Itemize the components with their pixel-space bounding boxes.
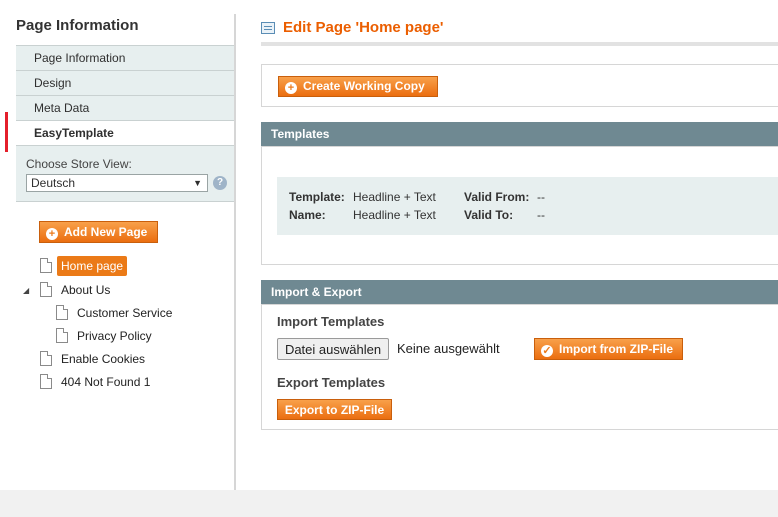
valid-to-value: --	[537, 208, 545, 222]
tab-easytemplate[interactable]: EasyTemplate	[16, 120, 236, 145]
page: Page Information Page Information Design…	[0, 0, 778, 517]
import-zip-button[interactable]: ✓ Import from ZIP-File	[534, 338, 683, 360]
tree-label[interactable]: Customer Service	[77, 303, 172, 323]
import-export-section-header: Import & Export	[261, 280, 778, 304]
plus-icon: +	[285, 82, 297, 94]
sidebar-divider	[234, 14, 236, 490]
tree-node-privacy-policy[interactable]: Privacy Policy	[16, 326, 216, 346]
export-zip-button[interactable]: Export to ZIP-File	[277, 399, 392, 420]
tree-label[interactable]: 404 Not Found 1	[61, 372, 150, 392]
import-export-box: Import Templates Datei auswählen Keine a…	[261, 304, 778, 430]
sidebar-tabs: Page Information Design Meta Data EasyTe…	[16, 45, 236, 145]
plus-icon: +	[46, 227, 58, 240]
valid-from-value: --	[537, 190, 545, 204]
name-label: Name:	[289, 208, 326, 222]
store-view-box: Choose Store View: Deutsch ▼ ?	[16, 145, 236, 202]
store-view-select[interactable]: Deutsch ▼	[26, 174, 208, 192]
page-icon	[40, 351, 52, 366]
page-icon	[56, 305, 68, 320]
page-title: Edit Page 'Home page'	[283, 19, 444, 36]
page-icon	[40, 374, 52, 389]
store-view-label: Choose Store View:	[26, 157, 132, 171]
active-tab-marker	[5, 112, 8, 152]
create-working-copy-button[interactable]: + Create Working Copy	[278, 76, 438, 97]
choose-file-button[interactable]: Datei auswählen	[277, 338, 389, 360]
check-icon: ✓	[541, 344, 553, 357]
tree-node-about-us[interactable]: ◢ About Us	[16, 280, 216, 300]
export-templates-heading: Export Templates	[277, 375, 386, 390]
valid-from-label: Valid From:	[464, 190, 530, 204]
tree-node-customer-service[interactable]: Customer Service	[16, 303, 216, 323]
tree-node-home-page[interactable]: Home page	[16, 256, 216, 276]
footer-bar	[0, 490, 778, 517]
tree-label[interactable]: About Us	[61, 280, 110, 300]
tree-label[interactable]: Privacy Policy	[77, 326, 152, 346]
store-view-selected: Deutsch	[31, 176, 76, 190]
expand-toggle-icon[interactable]: ◢	[23, 281, 29, 301]
templates-info-panel: Template: Headline + Text Valid From: --…	[277, 177, 778, 235]
add-new-page-button[interactable]: + Add New Page	[39, 221, 158, 243]
page-edit-icon	[261, 22, 275, 34]
page-icon	[56, 328, 68, 343]
file-status-text: Keine ausgewählt	[397, 341, 500, 356]
name-value: Headline + Text	[353, 208, 436, 222]
templates-box: Template: Headline + Text Valid From: --…	[261, 146, 778, 265]
working-copy-box: + Create Working Copy	[261, 64, 778, 107]
import-zip-label: Import from ZIP-File	[559, 341, 673, 356]
tab-meta-data[interactable]: Meta Data	[16, 95, 236, 120]
page-icon	[40, 258, 52, 273]
page-icon	[40, 282, 52, 297]
sidebar: Page Information Page Information Design…	[16, 0, 236, 490]
tab-design[interactable]: Design	[16, 70, 236, 95]
valid-to-label: Valid To:	[464, 208, 514, 222]
dropdown-arrow-icon: ▼	[193, 178, 202, 188]
sidebar-title: Page Information	[16, 17, 139, 34]
tree-label[interactable]: Home page	[57, 256, 128, 276]
import-templates-heading: Import Templates	[277, 314, 385, 329]
templates-section-header: Templates	[261, 122, 778, 146]
tab-page-information[interactable]: Page Information	[16, 45, 236, 70]
create-working-copy-label: Create Working Copy	[303, 79, 425, 93]
tree-node-enable-cookies[interactable]: Enable Cookies	[16, 349, 216, 369]
add-new-page-label: Add New Page	[64, 224, 148, 239]
main-content: Edit Page 'Home page' + Create Working Co…	[261, 0, 778, 490]
header-divider	[261, 42, 778, 46]
template-label: Template:	[289, 190, 345, 204]
tree-label[interactable]: Enable Cookies	[61, 349, 145, 369]
tree-node-404-not-found[interactable]: 404 Not Found 1	[16, 372, 216, 392]
help-icon[interactable]: ?	[213, 176, 227, 190]
template-value: Headline + Text	[353, 190, 436, 204]
